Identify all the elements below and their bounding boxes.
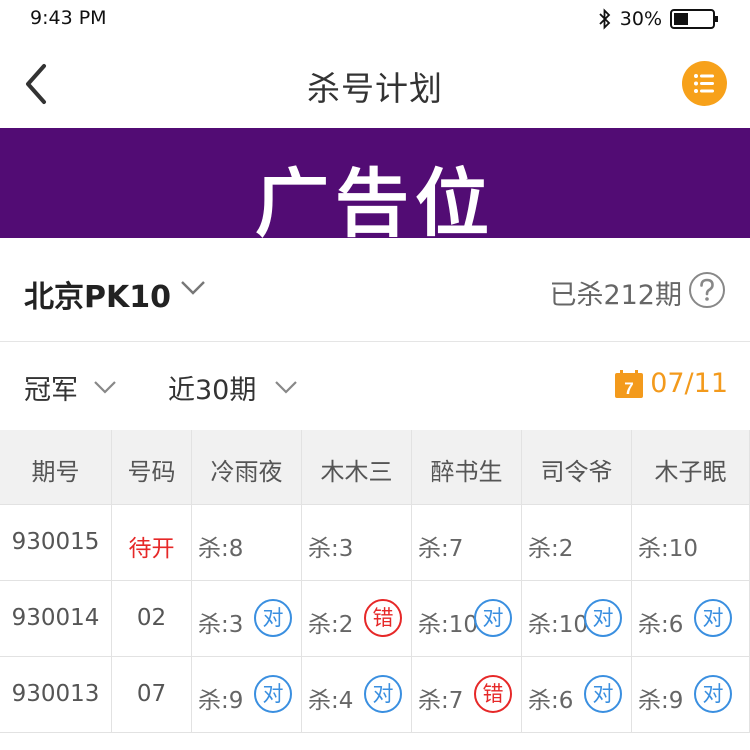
table-row[interactable]: 930014 02 杀:3 对杀:2 错杀:10 对杀:10 对杀:6 对 <box>0 581 750 657</box>
table-header-cell: 号码 <box>112 430 192 504</box>
kill-value: 杀:3 <box>198 612 244 638</box>
column-header: 木木三 <box>320 458 393 486</box>
correct-badge: 对 <box>474 599 512 637</box>
kill-value: 杀:9 <box>198 688 244 714</box>
column-header: 号码 <box>127 458 176 486</box>
calendar-day: 7 <box>624 379 633 398</box>
kill-value: 杀:6 <box>528 688 574 714</box>
chevron-down-icon[interactable] <box>180 280 206 296</box>
lottery-selector-row: 北京PK10 已杀212期 <box>0 238 750 342</box>
kill-cell: 杀:10 对 <box>522 581 632 656</box>
lottery-name[interactable]: 北京PK10 <box>24 272 171 316</box>
date-text: 07/11 <box>650 368 728 399</box>
issue-number: 930015 <box>11 529 100 555</box>
chevron-down-icon[interactable] <box>93 380 117 394</box>
kill-cell: 杀:9 对 <box>632 657 750 732</box>
calendar-icon: 7 <box>615 369 644 398</box>
column-header: 期号 <box>31 458 80 486</box>
table-row[interactable]: 930013 07 杀:9 对杀:4 对杀:7 错杀:6 对杀:9 对 <box>0 657 750 733</box>
kill-cell: 杀:10 <box>632 505 750 580</box>
kill-value: 杀:9 <box>638 688 684 714</box>
draw-number-cell: 待开 <box>112 505 192 580</box>
correct-badge: 对 <box>254 599 292 637</box>
status-time: 9:43 PM <box>30 7 107 29</box>
issue-cell: 930013 <box>0 657 112 732</box>
correct-badge: 对 <box>364 675 402 713</box>
chevron-down-icon[interactable] <box>274 380 298 394</box>
position-filter[interactable]: 冠军 <box>24 368 78 407</box>
kill-cell: 杀:2 错 <box>302 581 412 656</box>
menu-button[interactable] <box>682 61 727 106</box>
status-indicators: 30% <box>598 7 720 31</box>
issue-number: 930014 <box>11 605 100 631</box>
kill-cell: 杀:10 对 <box>412 581 522 656</box>
table-row[interactable]: 930015 待开 杀:8 杀:3 杀:7 杀:2 杀:10 <box>0 505 750 581</box>
draw-number: 07 <box>136 681 167 707</box>
kill-value: 杀:7 <box>418 688 464 714</box>
table-header-cell: 司令爷 <box>522 430 632 504</box>
wrong-badge: 错 <box>474 675 512 713</box>
kill-value: 杀:10 <box>418 612 479 638</box>
kill-cell: 杀:7 错 <box>412 657 522 732</box>
kill-value: 杀:4 <box>308 688 354 714</box>
correct-badge: 对 <box>694 599 732 637</box>
period-filter[interactable]: 近30期 <box>168 368 256 407</box>
battery-icon <box>670 9 718 29</box>
draw-number: 待开 <box>128 536 175 562</box>
bluetooth-icon <box>599 8 611 30</box>
table-header-row: 期号 号码 冷雨夜 木木三 醉书生 司令爷 木子眠 <box>0 430 750 505</box>
wrong-badge: 错 <box>364 599 402 637</box>
draw-number: 02 <box>136 605 167 631</box>
table-header-cell: 醉书生 <box>412 430 522 504</box>
draw-number-cell: 07 <box>112 657 192 732</box>
kill-cell: 杀:9 对 <box>192 657 302 732</box>
kill-value: 杀:2 <box>528 536 574 562</box>
kill-value: 杀:7 <box>418 536 464 562</box>
ad-banner[interactable]: 广告位 <box>0 128 750 247</box>
kill-cell: 杀:6 对 <box>522 657 632 732</box>
column-header: 司令爷 <box>540 458 613 486</box>
killed-count: 已杀212期 <box>549 280 682 311</box>
correct-badge: 对 <box>254 675 292 713</box>
kill-value: 杀:6 <box>638 612 684 638</box>
page-title: 杀号计划 <box>307 69 443 108</box>
battery-percent: 30% <box>619 8 662 30</box>
column-header: 冷雨夜 <box>210 458 283 486</box>
issue-cell: 930014 <box>0 581 112 656</box>
kill-value: 杀:2 <box>308 612 354 638</box>
help-icon[interactable] <box>688 271 726 309</box>
kill-cell: 杀:8 <box>192 505 302 580</box>
draw-number-cell: 02 <box>112 581 192 656</box>
status-bar: 9:43 PM 30% <box>0 0 750 40</box>
kill-cell: 杀:4 对 <box>302 657 412 732</box>
table-header-cell: 木子眠 <box>632 430 750 504</box>
column-header: 木子眠 <box>654 458 727 486</box>
kill-value: 杀:10 <box>638 536 699 562</box>
table-header-cell: 冷雨夜 <box>192 430 302 504</box>
filter-row: 冠军 近30期 7 07/11 <box>0 342 750 430</box>
list-menu-icon <box>694 74 714 93</box>
correct-badge: 对 <box>584 599 622 637</box>
correct-badge: 对 <box>694 675 732 713</box>
issue-cell: 930015 <box>0 505 112 580</box>
correct-badge: 对 <box>584 675 622 713</box>
kill-cell: 杀:6 对 <box>632 581 750 656</box>
date-picker[interactable]: 7 07/11 <box>614 368 728 399</box>
table-header-cell: 期号 <box>0 430 112 504</box>
kill-cell: 杀:3 对 <box>192 581 302 656</box>
column-header: 醉书生 <box>430 458 503 486</box>
ad-text: 广告位 <box>255 161 495 247</box>
nav-bar: 杀号计划 <box>0 40 750 128</box>
kill-cell: 杀:7 <box>412 505 522 580</box>
kill-value: 杀:10 <box>528 612 589 638</box>
issue-number: 930013 <box>11 681 100 707</box>
kill-cell: 杀:2 <box>522 505 632 580</box>
kill-cell: 杀:3 <box>302 505 412 580</box>
kill-value: 杀:3 <box>308 536 354 562</box>
kill-value: 杀:8 <box>198 536 244 562</box>
table-header-cell: 木木三 <box>302 430 412 504</box>
